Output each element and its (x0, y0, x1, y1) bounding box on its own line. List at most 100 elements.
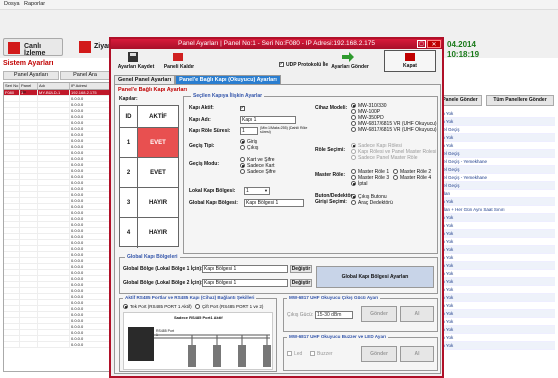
send-settings-button[interactable]: Ayarları Gönder (329, 64, 371, 70)
list-item[interactable]: ın Yok (438, 222, 555, 230)
table-cell (20, 216, 38, 221)
table-cell (4, 240, 20, 245)
door-row-4[interactable]: 4 HAYIR (120, 218, 178, 248)
grid-header[interactable]: Seri No (4, 83, 20, 89)
list-item[interactable]: ın Yok (438, 334, 555, 342)
door-row-3[interactable]: 3 HAYIR (120, 188, 178, 218)
list-item[interactable]: ın Yok (438, 254, 555, 262)
list-item[interactable]: ın Yok (438, 294, 555, 302)
list-item[interactable]: ın Yok (438, 302, 555, 310)
master-relay-4[interactable]: Master Röle 4 (393, 175, 431, 181)
live-monitor-button[interactable]: Canlı İzleme (3, 38, 63, 57)
power-get-button[interactable]: Al (400, 306, 434, 322)
list-item[interactable]: ın Yok (438, 110, 555, 118)
list-item[interactable]: ın Yok (438, 134, 555, 142)
table-cell (4, 246, 20, 251)
list-item[interactable]: ın Yok (438, 318, 555, 326)
local-zone-select[interactable]: 1 ▼ (244, 187, 270, 195)
global-zone-2-input[interactable]: Kapı Bölgesi 1 (202, 279, 288, 287)
maximize-button[interactable]: ▢ (417, 40, 426, 48)
list-item[interactable]: Plan (438, 190, 555, 198)
close-button[interactable]: ✕ (427, 40, 441, 48)
door-active-label: Kapı Aktif: (189, 105, 214, 111)
door-active-status: HAYIR (148, 230, 168, 236)
list-item[interactable]: ın Yok (438, 238, 555, 246)
output-power-input[interactable]: 15-30 dBm (315, 311, 353, 319)
list-item[interactable]: sel Geçiş - Yemekhane (438, 158, 555, 166)
list-item[interactable]: ın Yok (438, 198, 555, 206)
list-item[interactable]: sel Geçiş - Yemekhane (438, 174, 555, 182)
rs485-single-port[interactable]: Tek Port (RS485 PORT 1 Aktif) (123, 304, 192, 310)
list-item[interactable]: ın Yok (438, 230, 555, 238)
buzzer-checkbox-option[interactable]: Buzzer (310, 351, 333, 357)
table-cell (38, 120, 70, 125)
table-cell (38, 138, 70, 143)
tab-general-settings[interactable]: Genel Panel Ayarları (114, 75, 176, 84)
menu-dosya[interactable]: Dosya (4, 1, 20, 7)
grid-header[interactable]: Adı (38, 83, 70, 89)
door-row-2[interactable]: 2 EVET (120, 158, 178, 188)
table-cell (4, 168, 20, 173)
door-relay-input[interactable]: 1 (240, 127, 258, 135)
grid-header[interactable]: IP Adresi (70, 83, 112, 89)
list-item[interactable]: ın Yok (438, 310, 555, 318)
list-item[interactable]: ın Yok (438, 286, 555, 294)
list-item[interactable]: ın Yok (438, 118, 555, 126)
list-item[interactable]: sel Geçiş (438, 182, 555, 190)
global-zone-input[interactable]: Kapı Bölgesi 1 (244, 199, 304, 207)
door-row-1[interactable]: 1 EVET (120, 128, 178, 158)
table-cell (38, 168, 70, 173)
table-cell (20, 228, 38, 233)
udp-checkbox[interactable] (279, 61, 284, 68)
led-checkbox-option[interactable]: Led (287, 351, 302, 357)
list-item[interactable]: ın Yok (438, 278, 555, 286)
vehicle-detector-option[interactable]: Araç Dedektörü (351, 200, 393, 206)
global-zone-settings-button[interactable]: Global Kapı Bölgesi Ayarları (316, 266, 434, 288)
table-cell (38, 222, 70, 227)
door-active-checkbox[interactable] (240, 105, 245, 112)
table-cell: 0.0.0.0 (70, 114, 112, 119)
door-name-input[interactable]: Kapı 1 (240, 116, 296, 124)
table-cell (4, 336, 20, 341)
buzzer-get-button[interactable]: Al (400, 346, 434, 362)
list-item[interactable]: Plan + Her Gün Aynı Saat Sınırı (438, 206, 555, 214)
list-item[interactable]: ın Yok (438, 342, 555, 350)
tab-door-settings[interactable]: Panel'e Bağlı Kapı (Okuyucu) Ayarları (175, 75, 281, 84)
table-cell: 0.0.0.0 (70, 156, 112, 161)
tab-panel-settings[interactable]: Panel Ayarları (3, 71, 59, 80)
close-dialog-button[interactable]: Kapat (384, 50, 436, 72)
live-monitor-label: Canlı İzleme (24, 43, 46, 57)
list-item[interactable]: sel Geçiş (438, 166, 555, 174)
mode-pin-only[interactable]: Sadece Şifre (240, 169, 276, 175)
list-item[interactable]: ın Yok (438, 214, 555, 222)
table-row[interactable]: 0.0.0.0 (4, 342, 112, 348)
list-item[interactable]: ın Yok (438, 262, 555, 270)
change-zone-2-button[interactable]: Değiştir (290, 279, 312, 287)
send-panel-button[interactable]: Panele Gönder (438, 95, 482, 106)
list-item[interactable]: sel Geçiş (438, 150, 555, 158)
table-cell (20, 150, 38, 155)
tab-panel-search[interactable]: Panel Ara (60, 71, 110, 80)
global-zone-1-input[interactable]: Kapı Bölgesi 1 (202, 265, 288, 273)
save-settings-button[interactable]: Ayarları Kaydet (115, 64, 157, 70)
grid-body: F080 1 MY-BÜLD-1 192.168.2.175 0.0.0.0 0.0.0.… (4, 90, 112, 348)
menu-raporlar[interactable]: Raporlar (24, 1, 45, 7)
buzzer-send-button[interactable]: Gönder (361, 346, 397, 362)
send-all-panels-button[interactable]: Tüm Panellere Gönder (486, 95, 554, 106)
relay-master-only[interactable]: Sadece Panel Master Röle (351, 155, 436, 161)
grid-header[interactable]: Panel No (20, 83, 38, 94)
pass-type-option-out[interactable]: Çıkış (240, 145, 258, 151)
table-cell: 0.0.0.0 (70, 258, 112, 263)
list-item[interactable]: sel Geçiş (438, 126, 555, 134)
master-relay-cancel[interactable]: İptal (351, 181, 389, 187)
change-zone-1-button[interactable]: Değiştir (290, 265, 312, 273)
power-send-button[interactable]: Gönder (361, 306, 397, 322)
udp-toggle[interactable]: UDP Protokolü İle (279, 61, 328, 68)
list-item[interactable]: ın Yok (438, 246, 555, 254)
remove-panel-button[interactable]: Paneli Kaldır (161, 64, 197, 70)
list-item[interactable]: ın Yok (438, 270, 555, 278)
rs485-dual-port[interactable]: Çift Port (RS485 PORT 1 ve 2) (195, 304, 263, 310)
list-item[interactable]: ın Yok (438, 142, 555, 150)
model-mw6817-b[interactable]: MW-6817/6815 VR (UHF Okuyucu) (351, 127, 437, 133)
list-item[interactable]: ın Yok (438, 326, 555, 334)
